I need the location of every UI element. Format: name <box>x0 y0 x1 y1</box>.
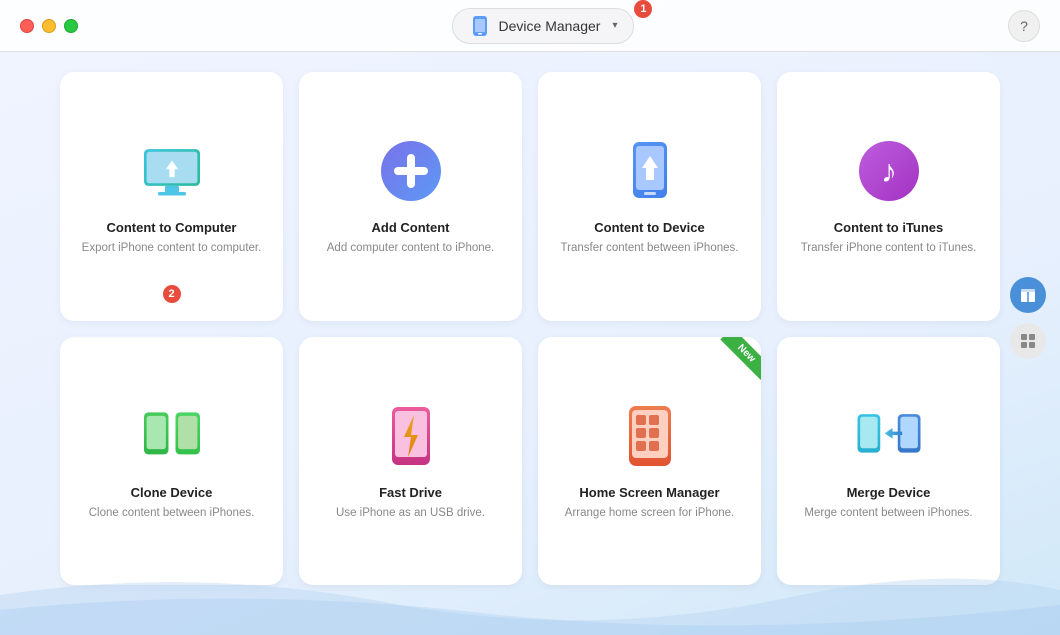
card-title-merge-device: Merge Device <box>847 485 931 500</box>
plus-circle-icon <box>376 136 446 206</box>
svg-text:♪: ♪ <box>881 153 897 189</box>
card-desc-content-to-device: Transfer content between iPhones. <box>561 240 739 256</box>
lightning-phone-icon <box>376 401 446 471</box>
help-button[interactable]: ? <box>1008 10 1040 42</box>
new-badge: New <box>707 337 761 391</box>
card-home-screen-manager[interactable]: New Home Sc <box>538 337 761 586</box>
blue-side-button[interactable] <box>1010 277 1046 313</box>
traffic-lights <box>20 19 78 33</box>
card-title-content-to-device: Content to Device <box>594 220 705 235</box>
card-merge-device[interactable]: Merge Device Merge content between iPhon… <box>777 337 1000 586</box>
computer-download-icon <box>137 136 207 206</box>
dropdown-arrow-icon: ▾ <box>612 20 617 31</box>
badge-2: 2 <box>163 285 181 303</box>
grid-side-button[interactable] <box>1010 323 1046 359</box>
merge-arrow-icon <box>854 401 924 471</box>
close-button[interactable] <box>20 19 34 33</box>
card-fast-drive[interactable]: Fast Drive Use iPhone as an USB drive. <box>299 337 522 586</box>
phone-icon <box>469 15 491 37</box>
card-desc-fast-drive: Use iPhone as an USB drive. <box>336 505 485 521</box>
card-desc-home-screen-manager: Arrange home screen for iPhone. <box>565 505 734 521</box>
side-buttons <box>1010 277 1046 359</box>
app-title-dropdown[interactable]: Device Manager ▾ <box>452 8 635 44</box>
card-desc-content-to-itunes: Transfer iPhone content to iTunes. <box>801 240 977 256</box>
card-content-to-device[interactable]: Content to Device Transfer content betwe… <box>538 72 761 321</box>
card-content-to-computer[interactable]: Content to Computer Export iPhone conten… <box>60 72 283 321</box>
card-title-content-to-itunes: Content to iTunes <box>834 220 944 235</box>
card-content-to-itunes[interactable]: ♪ Content to iTunes Transfer iPhone cont… <box>777 72 1000 321</box>
card-clone-device[interactable]: Clone Device Clone content between iPhon… <box>60 337 283 586</box>
app-title-text: Device Manager <box>499 18 601 34</box>
card-title-home-screen-manager: Home Screen Manager <box>579 485 719 500</box>
card-title-clone-device: Clone Device <box>131 485 213 500</box>
card-desc-merge-device: Merge content between iPhones. <box>804 505 972 521</box>
music-note-icon: ♪ <box>854 136 924 206</box>
card-desc-clone-device: Clone content between iPhones. <box>89 505 255 521</box>
titlebar: Device Manager ▾ 1 ? <box>0 0 1060 52</box>
badge-1: 1 <box>634 0 652 18</box>
card-add-content[interactable]: Add Content Add computer content to iPho… <box>299 72 522 321</box>
home-grid-icon <box>615 401 685 471</box>
minimize-button[interactable] <box>42 19 56 33</box>
card-desc-add-content: Add computer content to iPhone. <box>327 240 495 256</box>
card-title-fast-drive: Fast Drive <box>379 485 442 500</box>
grid-icon <box>1018 331 1038 351</box>
card-title-add-content: Add Content <box>372 220 450 235</box>
box-icon <box>1018 285 1038 305</box>
card-desc-content-to-computer: Export iPhone content to computer. <box>82 240 262 256</box>
main-grid: Content to Computer Export iPhone conten… <box>0 52 1060 605</box>
card-title-content-to-computer: Content to Computer <box>107 220 237 235</box>
clone-phones-icon <box>137 401 207 471</box>
maximize-button[interactable] <box>64 19 78 33</box>
iphone-down-icon <box>615 136 685 206</box>
